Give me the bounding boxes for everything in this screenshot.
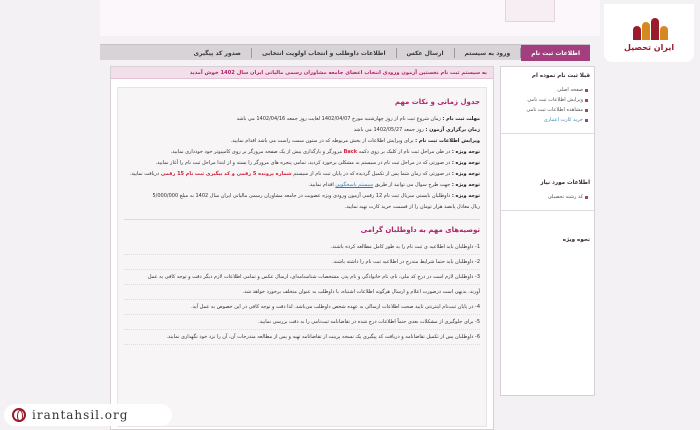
sidebar-title: نحوه ویژه: [562, 237, 590, 243]
schedule-title: جدول زمانی و نکات مهم: [394, 98, 480, 106]
schedule-line: ویرایش اطلاعات ثبت نام : برای ویرایش اطل…: [230, 138, 480, 144]
site-url: irantahsil.org: [32, 408, 129, 422]
sidebar: قبلا ثبت نام نموده ام صفحه اصلی ویرایش ا…: [500, 66, 595, 396]
site-url-badge: irantahsil.org: [4, 404, 172, 426]
bullet-icon: [585, 195, 588, 199]
schedule-line: زمان برگزاری آزمون : روز جمعه 1402/05/27…: [353, 127, 480, 133]
schedule-line: توجه ویژه : در صورتی که در مراحل ثبت نام…: [155, 160, 480, 166]
sidebar-item-home[interactable]: صفحه اصلی: [507, 87, 588, 93]
bullet-icon: [585, 88, 588, 92]
brand-name: ایران تحصیل: [623, 43, 675, 52]
schedule-line: مهلت ثبت نام : زمان شروع ثبت نام از روز …: [236, 116, 480, 122]
sidebar-box-registered: قبلا ثبت نام نموده ام صفحه اصلی ویرایش ا…: [501, 67, 594, 134]
brand-icon: [629, 14, 669, 40]
sidebar-item-view-info[interactable]: مشاهده اطلاعات ثبت نامی: [507, 107, 588, 113]
sidebar-box-required: اطلاعات مورد نیاز کد رشته تحصیلی: [501, 174, 594, 211]
schedule-line: ریال معادل پانصد هزار تومان را از قسمت خ…: [344, 204, 480, 210]
sidebar-title: اطلاعات مورد نیاز: [540, 180, 590, 186]
nav-item-send-photo[interactable]: ارسال عکس: [397, 45, 454, 61]
sidebar-item-field-code[interactable]: کد رشته تحصیلی: [507, 194, 588, 200]
tip-line: آورند. بدیهی است درصورت اعلام و ارسال هر…: [124, 287, 480, 300]
nav-item-registration-info[interactable]: اطلاعات ثبت نام: [521, 45, 590, 61]
sidebar-item-buy-card[interactable]: خرید کارت اعتباری: [507, 117, 588, 123]
tip-line: 2- داوطلبان باید حتما شرایط مندرج در اطل…: [124, 257, 480, 270]
tip-line: 4- در پایان ثبت‌نام اینترنتی تایید صحت ا…: [124, 302, 480, 315]
support-link[interactable]: سیستم پاسخگویی: [335, 182, 373, 188]
nav-item-applicant-info[interactable]: اطلاعات داوطلب و انتخاب اولویت انتخابی: [252, 45, 396, 61]
divider: [124, 219, 480, 220]
brand-logo: ایران تحصیل: [604, 4, 694, 62]
nav-item-login[interactable]: ورود به سیستم: [455, 45, 521, 61]
sidebar-title: قبلا ثبت نام نموده ام: [531, 73, 590, 79]
tip-line: 5- برای جلوگیری از مشکلات بعدی حتماً اطل…: [124, 317, 480, 330]
tip-line: 1- داوطلبان باید اطلاعیه ی ثبت نام را به…: [124, 242, 480, 255]
sidebar-item-edit-info[interactable]: ویرایش اطلاعات ثبت نامی: [507, 97, 588, 103]
nav-item-tracking-code[interactable]: صدور کد پیگیری: [183, 45, 250, 61]
schedule-line: توجه ویژه : جهت طرح سوال می توانید از طر…: [308, 182, 480, 188]
tip-line: 6- داوطلبان پس از تکمیل تقاضانامه و دریا…: [124, 332, 480, 345]
schedule-line: توجه ویژه : در صورتی که زمان شما پس از ت…: [129, 171, 480, 177]
globe-icon: [12, 408, 26, 422]
tips-title: توصیه‌های مهم به داوطلبان گرامی: [360, 226, 480, 234]
bullet-icon: [585, 98, 588, 102]
tip-line: 3- داوطلبان لازم است در درج کد ملی، نام،…: [124, 272, 480, 285]
content-panel: جدول زمانی و نکات مهم مهلت ثبت نام : زما…: [117, 87, 487, 427]
main-nav: اطلاعات ثبت نام ورود به سیستم ارسال عکس …: [100, 44, 590, 61]
bullet-icon: [585, 108, 588, 112]
page: ایران تحصیل اطلاعات ثبت نام ورود به سیست…: [0, 0, 700, 430]
schedule-line: توجه ویژه : در طی مراحل ثبت نام از کلیک …: [170, 149, 480, 155]
header-ornament: [505, 0, 555, 22]
main-content: به سیستم ثبت نام نخستین آزمون ورودی انتخ…: [110, 66, 494, 430]
schedule-line: توجه ویژه : داوطلبان بایستی سریال ثبت نا…: [152, 193, 481, 199]
welcome-banner: به سیستم ثبت نام نخستین آزمون ورودی انتخ…: [111, 67, 493, 79]
sidebar-box-special: نحوه ویژه: [501, 231, 594, 257]
bullet-icon: [585, 118, 588, 122]
